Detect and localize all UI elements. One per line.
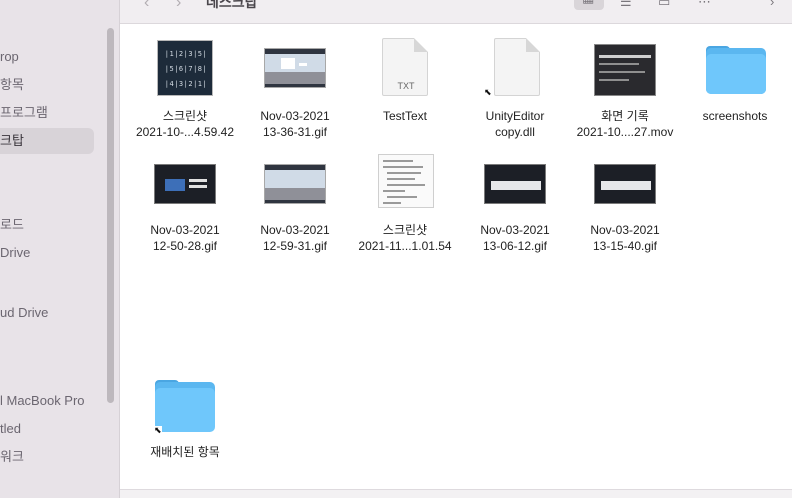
- alias-arrow-icon: ⬉: [484, 87, 492, 97]
- gif-thumbnail: [570, 154, 680, 224]
- gif-thumbnail: [240, 38, 350, 108]
- icon-view-button[interactable]: ▦: [574, 0, 604, 10]
- sidebar-item-label: l MacBook Pro: [0, 393, 85, 408]
- gallery-view-icon[interactable]: ▭: [658, 0, 670, 10]
- sidebar-item-macbook-pro[interactable]: l MacBook Pro: [0, 388, 85, 414]
- file-grid: |1|2|3|5| |5|6|7|8| |4|3|2|1| 스크린샷 2021-1…: [120, 24, 792, 489]
- image-thumbnail: |1|2|3|5| |5|6|7|8| |4|3|2|1|: [130, 38, 240, 108]
- file-name: 스크린샷: [382, 223, 428, 237]
- sidebar-item-drive[interactable]: Drive: [0, 240, 30, 266]
- sidebar-item-desktop[interactable]: 크탑: [0, 128, 94, 154]
- file-name: 13-36-31.gif: [262, 125, 328, 139]
- thumb-text: |1|2|3|5|: [164, 50, 208, 58]
- file-name: 화면 기록: [601, 109, 649, 123]
- sidebar-item-network[interactable]: 워크: [0, 444, 24, 470]
- file-name: 2021-10....27.mov: [576, 125, 674, 139]
- folder-name: screenshots: [702, 109, 768, 123]
- sidebar-item-icloud-drive[interactable]: ud Drive: [0, 300, 48, 326]
- sidebar-item-airdrop[interactable]: rop: [0, 44, 19, 70]
- path-bar: [120, 489, 792, 498]
- file-name: copy.dll: [495, 125, 535, 139]
- sidebar-item-downloads[interactable]: 로드: [0, 212, 24, 238]
- thumb-text: |4|3|2|1|: [164, 80, 208, 88]
- file-name: 2021-11...1.01.54: [358, 239, 452, 253]
- file-name: 13-06-12.gif: [482, 239, 548, 253]
- sidebar-item-recents[interactable]: 항목: [0, 72, 24, 98]
- file-name: Nov-03-2021: [260, 109, 330, 123]
- sidebar-item-applications[interactable]: 프로그램: [0, 100, 48, 126]
- gif-thumbnail: [240, 154, 350, 224]
- file-name: 스크린샷: [162, 109, 208, 123]
- file-name: Nov-03-2021: [590, 223, 660, 237]
- folder-icon: ⬉: [130, 374, 240, 444]
- file-name: TestText: [382, 109, 427, 123]
- sidebar-item-label: Drive: [0, 245, 31, 260]
- forward-button[interactable]: ›: [176, 0, 181, 12]
- sidebar-item-label: 워크: [0, 449, 24, 464]
- sidebar: rop 항목 프로그램 크탑 로드 Drive ud Drive l MacBo…: [0, 0, 120, 498]
- file-name: 12-59-31.gif: [262, 239, 328, 253]
- gif-thumbnail: [130, 154, 240, 224]
- sidebar-item-label: rop: [0, 49, 19, 64]
- sidebar-item-label: 로드: [0, 217, 24, 232]
- file-name: Nov-03-2021: [260, 223, 330, 237]
- thumb-text: |5|6|7|8|: [164, 65, 208, 73]
- movie-thumbnail: [570, 38, 680, 108]
- file-name: 2021-10-...4.59.42: [135, 125, 235, 139]
- sidebar-scrollbar[interactable]: [107, 28, 114, 403]
- group-icon[interactable]: ⋯: [698, 0, 711, 10]
- sidebar-item-label: tled: [0, 421, 21, 436]
- alias-arrow-icon: ⬉: [154, 425, 162, 435]
- file-name: Nov-03-2021: [150, 223, 220, 237]
- folder-name: 재배치된 항목: [150, 445, 220, 459]
- sidebar-item-label: 항목: [0, 77, 24, 92]
- window-title: 데스크탑: [206, 0, 258, 10]
- file-name: 13-15-40.gif: [592, 239, 658, 253]
- file-ext: TXT: [397, 81, 415, 91]
- text-file-icon: TXT: [350, 38, 460, 108]
- toolbar: ‹ › 데스크탑 ▦ ☰ ▭ ⋯ ›: [120, 0, 792, 24]
- sidebar-item-label: 크탑: [0, 133, 24, 148]
- file-name: 12-50-28.gif: [152, 239, 218, 253]
- image-thumbnail: [350, 154, 460, 224]
- folder-icon: [680, 38, 790, 108]
- gif-thumbnail: [460, 154, 570, 224]
- file-name: UnityEditor: [485, 109, 545, 123]
- file-name: Nov-03-2021: [480, 223, 550, 237]
- sidebar-item-label: 프로그램: [0, 105, 48, 120]
- list-view-icon[interactable]: ☰: [620, 0, 632, 10]
- more-icon[interactable]: ›: [770, 0, 774, 9]
- back-button[interactable]: ‹: [144, 0, 149, 12]
- sidebar-item-label: ud Drive: [0, 305, 49, 320]
- sidebar-item-untitled[interactable]: tled: [0, 416, 21, 442]
- grid-icon: ▦: [582, 0, 594, 6]
- document-icon: ⬉: [460, 38, 570, 108]
